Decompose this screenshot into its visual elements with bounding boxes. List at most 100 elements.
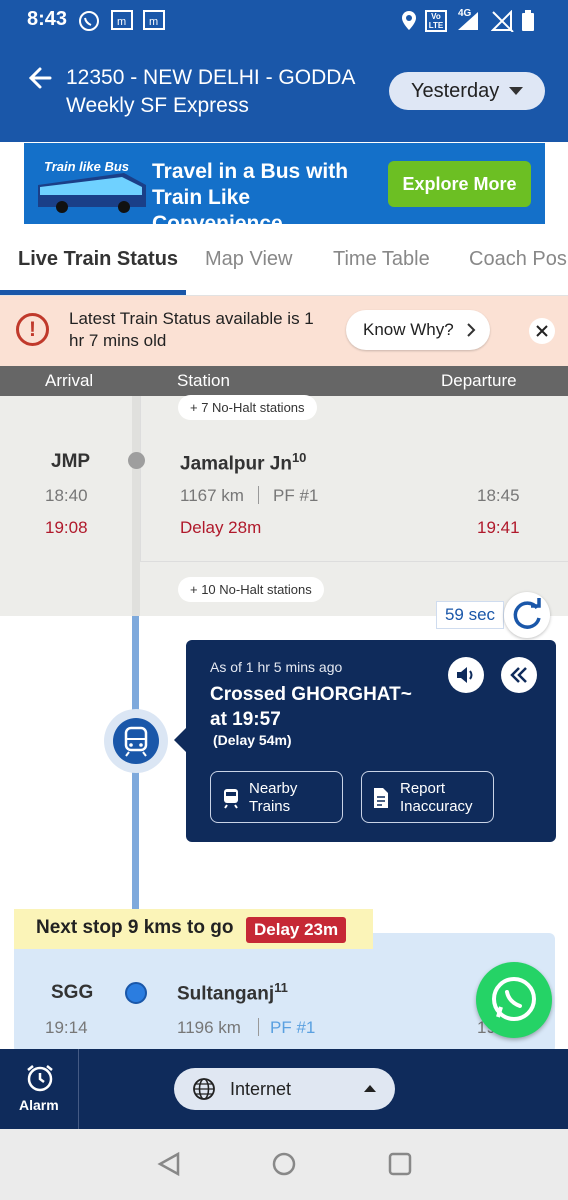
distance: 1196 km [177,1018,241,1037]
active-tab-indicator [0,290,186,295]
know-why-label: Know Why? [363,320,454,339]
document-icon [374,788,388,808]
scheduled-departure: 18:45 [477,486,520,505]
actual-departure: 19:41 [477,518,520,537]
train-number-name: 12350 - NEW DELHI - GODDA [66,66,356,89]
svg-text:m: m [117,16,126,28]
app-notification-icon: m [111,10,133,30]
tab-bar: Live Train Status Map View Time Table Co… [0,234,568,296]
alert-icon: ! [16,313,49,346]
alarm-button[interactable]: Alarm [0,1049,79,1129]
app-notification-icon: m [143,10,165,30]
station-sequence: 11 [274,980,288,995]
train-title: 12350 - NEW DELHI - GODDA Weekly SF Expr… [66,64,386,120]
explore-more-button[interactable]: Explore More [388,161,531,207]
tab-map-view[interactable]: Map View [205,248,292,271]
caret-up-icon [364,1085,376,1092]
banner-text-line: Train Like Convenience [152,186,283,224]
station-name[interactable]: Jamalpur Jn10 [180,450,306,475]
know-why-button[interactable]: Know Why? [346,310,490,350]
notice-line: hr 7 mins old [69,331,167,350]
banner-text: Travel in a Bus with Train Like Convenie… [152,159,382,224]
station-sequence: 10 [291,450,307,465]
separator [258,486,259,504]
report-inaccuracy-button[interactable]: Report Inaccuracy [361,771,494,823]
card-pointer [174,728,186,752]
button-label-line: Nearby [249,780,298,797]
collapse-button[interactable] [501,657,537,693]
refresh-countdown: 59 sec [436,601,504,629]
station-name-text: Jamalpur Jn [180,453,292,475]
whatsapp-notification-icon [79,11,99,31]
button-label-line: Inaccuracy [400,798,473,815]
speaker-icon [457,667,473,683]
train-type: Weekly SF Express [66,94,249,117]
whatsapp-icon [492,977,536,1021]
battery-icon [522,10,534,31]
report-inaccuracy-label: Report Inaccuracy [400,780,473,816]
day-dropdown-value: Yesterday [411,80,500,102]
refresh-button[interactable] [504,592,550,638]
status-bar: 8:43 m m Vo LTE 4G [0,0,568,42]
banner-text-line: Travel in a Bus with [152,160,349,183]
internet-label: Internet [230,1079,292,1099]
train-icon [113,718,159,764]
app-header: 12350 - NEW DELHI - GODDA Weekly SF Expr… [0,42,568,142]
whatsapp-share-button[interactable] [476,962,552,1038]
no-signal-icon [491,10,514,32]
distance: 1167 km [180,486,244,505]
recents-nav-icon[interactable] [387,1151,413,1177]
nearby-trains-button[interactable]: Nearby Trains [210,771,343,823]
notice-message: Latest Train Status available is 1 hr 7 … [69,308,339,352]
caret-down-icon [509,87,523,95]
signal-icon [458,12,478,30]
station-name[interactable]: Sultanganj11 [177,980,288,1005]
no-halt-stations-pill[interactable]: + 10 No-Halt stations [178,577,324,602]
home-nav-icon[interactable] [271,1151,297,1177]
next-stop-delay-badge: Delay 23m [246,917,347,943]
live-status-card: As of 1 hr 5 mins ago Crossed GHORGHAT~ … [174,640,556,842]
station-code: SGG [51,982,94,1003]
alarm-clock-icon [27,1065,53,1092]
banner-tag: Train like Bus [44,159,130,174]
volte-icon: Vo LTE [425,10,447,32]
platform: PF #1 [273,486,319,505]
notice-line: Latest Train Status available is 1 [69,309,314,328]
promo-banner[interactable]: Train like Bus Travel in a Bus with Trai… [24,143,545,224]
stale-status-notice: ! Latest Train Status available is 1 hr … [0,296,568,366]
speaker-button[interactable] [448,657,484,693]
close-icon[interactable] [528,317,556,345]
globe-icon [193,1078,215,1100]
platform: PF #1 [270,1018,316,1037]
button-label-line: Trains [249,798,291,815]
train-icon [224,789,238,809]
station-code: JMP [51,451,91,472]
row-divider [140,561,568,562]
station-dot [128,452,145,469]
departure-header: Departure [441,371,517,390]
chevron-right-icon [467,323,476,337]
crossed-station: Crossed GHORGHAT~ at 19:57 [210,682,430,732]
button-label-line: Report [400,780,446,797]
scheduled-arrival: 18:40 [45,486,88,505]
svg-text:m: m [149,16,158,28]
location-icon [402,11,416,30]
delay-label: Delay 28m [180,518,262,537]
system-navigation-bar [0,1129,568,1200]
alarm-label: Alarm [19,1097,59,1113]
scheduled-arrival: 19:14 [45,1018,88,1037]
back-arrow-icon[interactable] [26,64,54,92]
tab-live-train-status[interactable]: Live Train Status [18,248,178,271]
station-header: Station [177,371,230,390]
tab-time-table[interactable]: Time Table [333,248,430,271]
back-nav-icon[interactable] [156,1151,182,1177]
clock: 8:43 [27,8,68,30]
bottom-bar: Alarm Internet [0,1049,568,1129]
column-header: Arrival Station Departure [0,366,568,396]
live-delay: (Delay 54m) [213,732,292,748]
no-halt-stations-pill[interactable]: + 7 No-Halt stations [178,395,317,420]
tab-coach-position[interactable]: Coach Posi [469,248,568,271]
station-name-text: Sultanganj [177,983,275,1005]
internet-mode-selector[interactable]: Internet [174,1068,395,1110]
day-dropdown[interactable]: Yesterday [389,72,545,110]
